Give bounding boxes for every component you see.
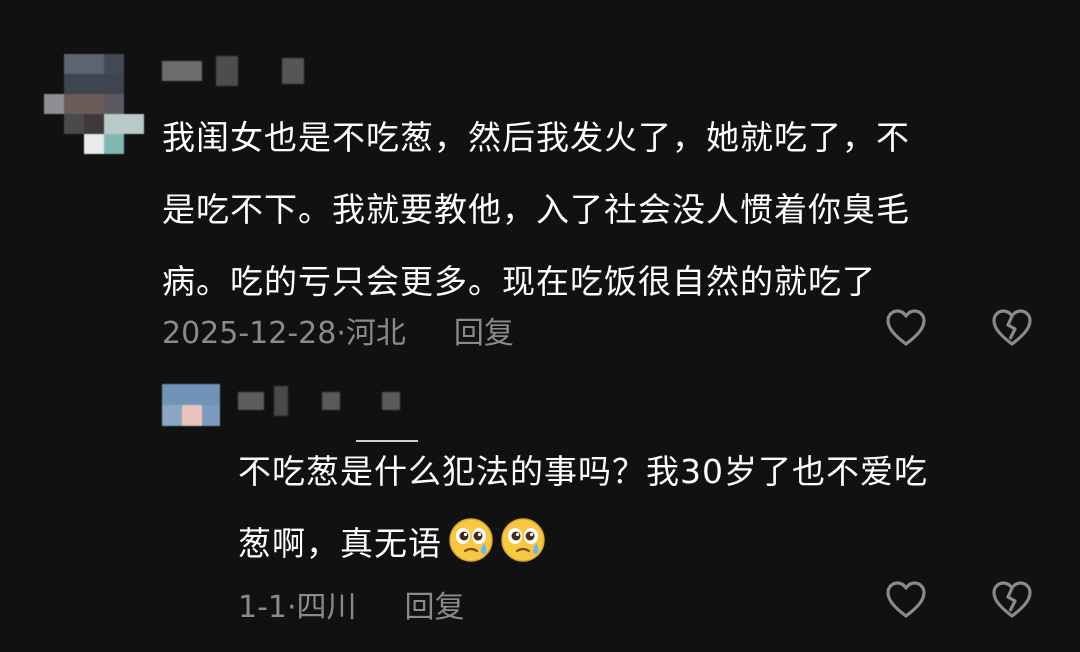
heart-outline-icon[interactable] [884,578,928,622]
username-redacted[interactable] [162,56,318,86]
comment-meta: 2025-12-28·河北 回复 [162,308,514,352]
comment-line: 病。吃的亏只会更多。现在吃饭很自然的就吃了 [162,262,876,301]
date-location: 2025-12-28·河北 [162,316,406,351]
broken-heart-icon[interactable] [990,306,1034,350]
reply-button[interactable]: 回复 [405,582,465,626]
heart-outline-icon[interactable] [884,306,928,350]
comment-line: 是吃不下。我就要教他，入了社会没人惯着你臭毛 [162,190,910,229]
crying-face-emoji [448,516,494,562]
comment-line: 葱啊，真无语 [238,524,442,563]
broken-heart-icon[interactable] [990,578,1034,622]
avatar[interactable] [44,54,144,154]
comment-text: 不吃葱是什么犯法的事吗？我30岁了也不爱吃 葱啊，真无语 [238,436,928,580]
avatar[interactable] [162,384,220,426]
comment-line: 不吃葱是什么犯法的事吗？我30岁了也不爱吃 [238,452,928,491]
comment-text: 我闺女也是不吃葱，然后我发火了，她就吃了，不 是吃不下。我就要教他，入了社会没人… [162,102,910,318]
crying-face-emoji [500,516,546,562]
reply-button[interactable]: 回复 [454,308,514,352]
comment-line: 我闺女也是不吃葱，然后我发火了，她就吃了，不 [162,118,910,157]
comment-meta: 1-1·四川 回复 [238,582,465,626]
username-redacted[interactable] [238,386,414,416]
date-location: 1-1·四川 [238,590,357,625]
